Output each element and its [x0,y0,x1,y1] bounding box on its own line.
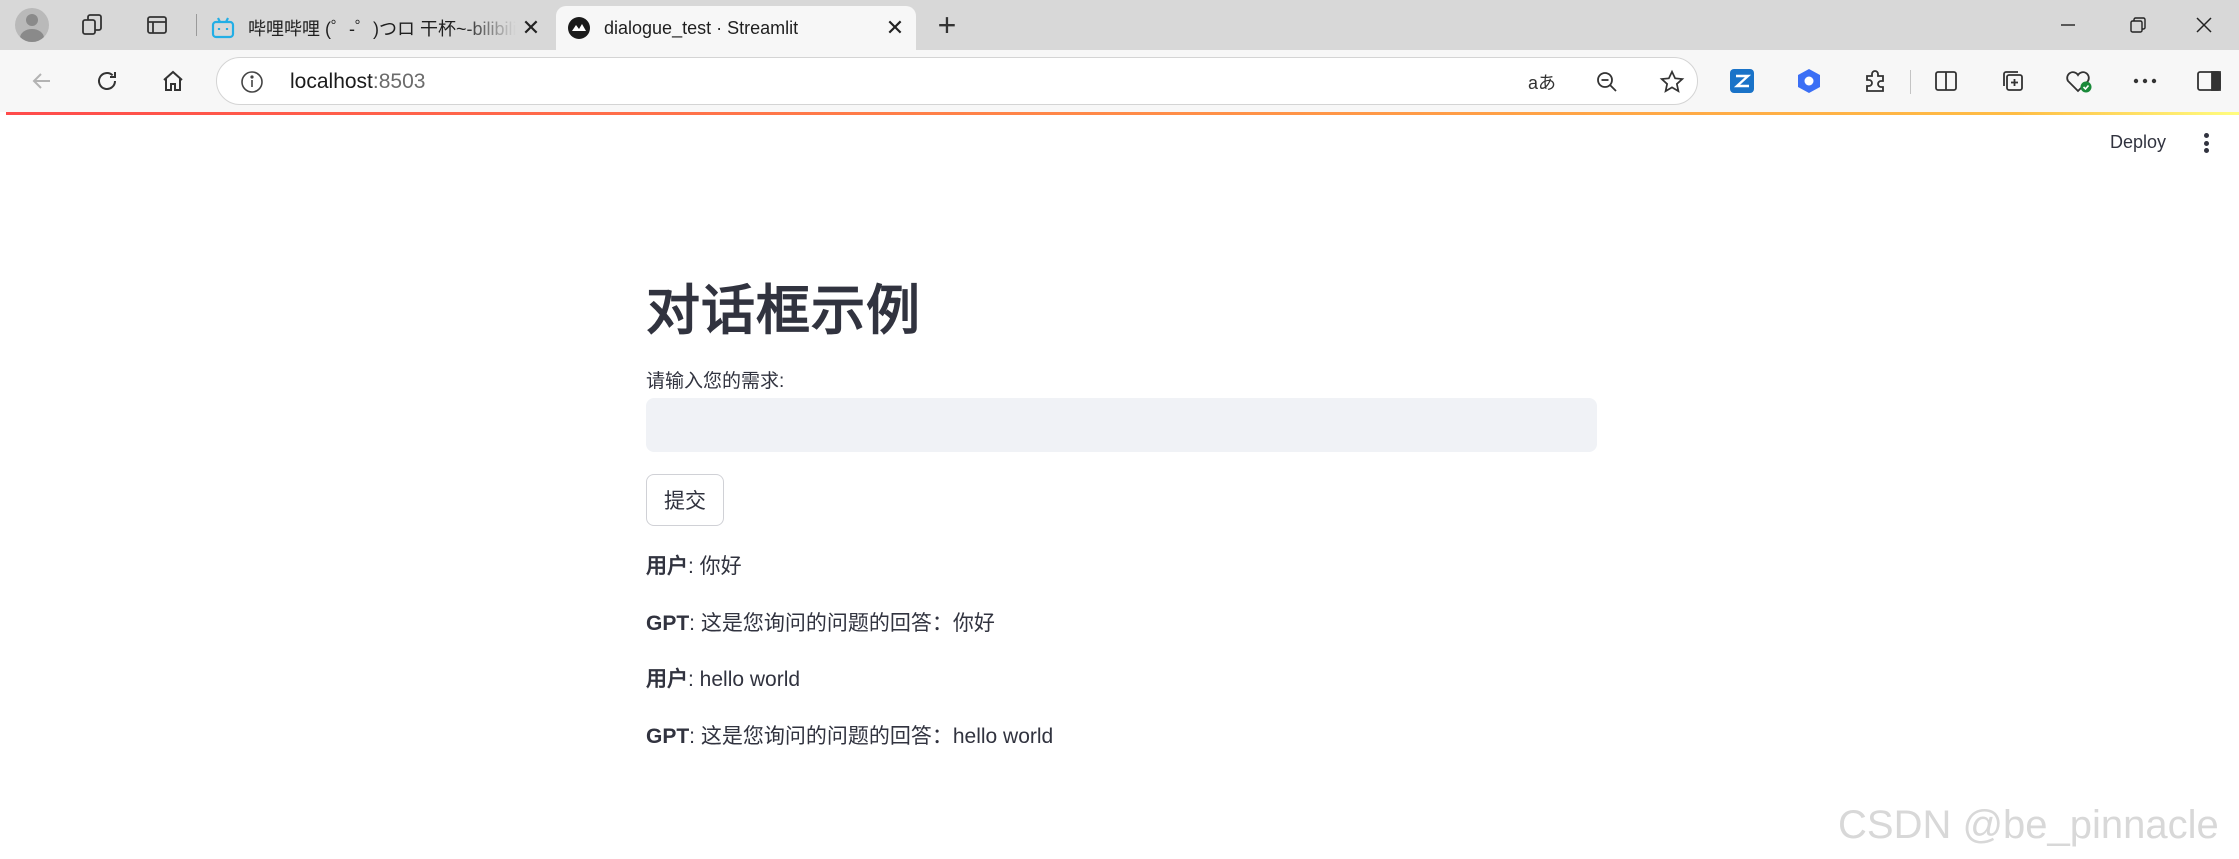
reload-button[interactable] [86,60,128,102]
url-port: :8503 [372,70,426,93]
vertical-tabs-button[interactable] [137,6,177,44]
sidebar-toggle-icon[interactable] [2192,64,2226,98]
browser-essentials-icon[interactable] [2062,64,2096,98]
tab-title: dialogue_test · Streamlit [604,17,799,38]
split-screen-icon[interactable] [1929,64,1963,98]
message-text: : hello world [688,668,801,691]
message-speaker: GPT [646,725,690,748]
submit-button[interactable]: 提交 [646,474,724,526]
favorite-star-icon[interactable] [1657,67,1687,97]
message-text: : 你好 [688,555,742,578]
message-speaker: 用户 [646,555,688,578]
back-button[interactable] [21,60,63,102]
restore-icon [2130,17,2146,33]
chat-message: 用户: 你好 [646,550,742,580]
streamlit-decoration-bar [6,112,2239,115]
main-menu-icon[interactable] [2196,130,2216,156]
request-input-label: 请输入您的需求: [646,371,785,392]
message-text: : 这是您询问的问题的回答：你好 [689,612,995,635]
profile-avatar-icon [15,8,49,42]
deploy-button[interactable]: Deploy [2110,132,2166,153]
streamlit-page: Deploy 对话框示例 请输入您的需求: 提交 用户: 你好 GPT: 这是您… [6,112,2239,859]
minimize-icon [2061,24,2075,26]
close-tab-icon[interactable]: ✕ [516,13,546,43]
workspaces-icon [82,14,102,35]
tab-bilibili[interactable]: 哔哩哔哩 (゜-゜)つロ 干杯~-bilibili ✕ [200,6,552,50]
close-icon [2196,17,2212,33]
close-tab-icon[interactable]: ✕ [880,13,910,43]
profile-button[interactable] [12,6,52,44]
tab-streamlit[interactable]: dialogue_test · Streamlit ✕ [556,6,916,50]
collections-icon[interactable] [1996,64,2030,98]
tab-actions-icon [147,16,167,34]
zoom-out-icon[interactable] [1592,67,1622,97]
extensions-puzzle-icon[interactable] [1858,64,1892,98]
address-bar[interactable]: localhost:8503 aあ [216,57,1698,105]
home-icon [163,70,183,91]
message-speaker: 用户 [646,668,688,691]
browser-tab-strip: 哔哩哔哩 (゜-゜)つロ 干杯~-bilibili ✕ dialogue_tes… [0,0,2239,50]
message-speaker: GPT [646,612,690,635]
arrow-left-icon [32,73,50,89]
close-window-button[interactable] [2169,0,2239,50]
tab-title: 哔哩哔哩 (゜-゜)つロ 干杯~-bilibili [248,19,516,39]
browser-toolbar: localhost:8503 aあ [0,50,2239,112]
reload-icon [98,72,116,90]
home-button[interactable] [152,60,194,102]
watermark: CSDN @be_pinnacle [1838,803,2219,847]
url-text: localhost:8503 [290,70,425,94]
bilibili-icon [210,15,236,41]
toolbar-divider [1910,70,1911,94]
request-input[interactable] [646,398,1597,452]
translate-icon[interactable]: aあ [1527,67,1557,97]
restore-window-button[interactable] [2103,0,2173,50]
extension-zotero-icon[interactable] [1725,64,1759,98]
streamlit-icon [566,15,592,41]
extension-hexagon-icon[interactable] [1792,64,1826,98]
new-tab-icon[interactable]: + [928,6,966,44]
url-host: localhost [290,70,373,93]
site-info-icon[interactable] [239,69,265,95]
chat-message: GPT: 这是您询问的问题的回答：hello world [646,720,1053,750]
translate-glyph: aあ [1527,73,1556,93]
more-options-icon[interactable] [2128,64,2162,98]
message-text: : 这是您询问的问题的回答：hello world [689,725,1054,748]
minimize-window-button[interactable] [2033,0,2103,50]
chat-message: GPT: 这是您询问的问题的回答：你好 [646,607,995,637]
chat-message: 用户: hello world [646,663,800,693]
workspaces-button[interactable] [73,6,113,44]
tab-strip-divider [196,14,197,36]
page-title: 对话框示例 [646,279,921,342]
